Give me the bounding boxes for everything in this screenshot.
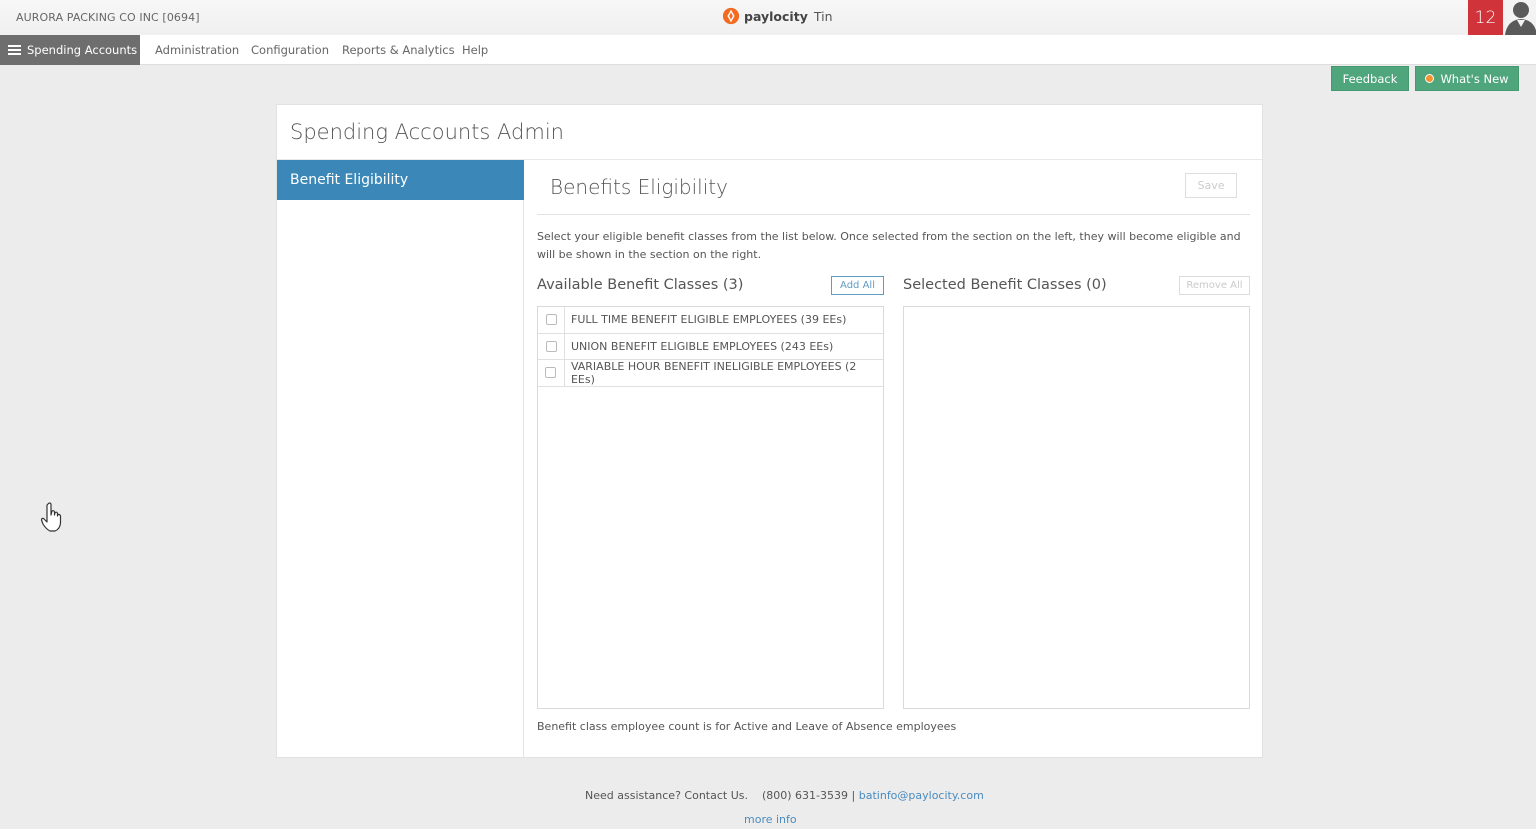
list-item-label: VARIABLE HOUR BENEFIT INELIGIBLE EMPLOYE… — [570, 359, 857, 386]
sidebar-item-label: Benefit Eligibility — [290, 172, 409, 188]
list-item[interactable]: VARIABLE HOUR BENEFIT INELIGIBLE EMPLOYE… — [538, 360, 883, 387]
whats-new-label: What's New — [1440, 71, 1509, 86]
checkbox[interactable] — [545, 340, 557, 352]
hand-pointer-cursor-icon — [40, 502, 62, 532]
hamburger-menu-icon — [8, 45, 21, 55]
available-classes-title: Available Benefit Classes (3) — [537, 277, 744, 293]
new-indicator-dot-icon — [1425, 74, 1435, 83]
nav-main-label: Spending Accounts — [27, 43, 138, 57]
main-nav: Spending Accounts Administration Configu… — [0, 35, 1536, 65]
row-checkbox-cell — [538, 360, 565, 386]
user-avatar[interactable] — [1503, 0, 1536, 35]
separator: | — [851, 789, 856, 802]
nav-reports-analytics[interactable]: Reports & Analytics — [342, 35, 455, 65]
sidebar-item-benefit-eligibility[interactable]: Benefit Eligibility — [277, 160, 524, 200]
row-checkbox-cell — [538, 333, 565, 359]
remove-all-button[interactable]: Remove All — [1179, 276, 1250, 295]
email-link[interactable]: batinfo@paylocity.com — [859, 789, 984, 802]
row-checkbox-cell — [538, 307, 565, 333]
nav-configuration[interactable]: Configuration — [251, 35, 329, 65]
contact-line: Need assistance? Contact Us. (800) 631-3… — [585, 789, 984, 802]
brand-user: Tin — [813, 8, 833, 24]
phone-number: (800) 631-3539 — [761, 789, 849, 802]
whats-new-button[interactable]: What's New — [1415, 66, 1519, 91]
nav-spending-accounts[interactable]: Spending Accounts — [0, 35, 140, 65]
section-title: Benefits Eligibility — [550, 175, 728, 199]
selected-classes-title: Selected Benefit Classes (0) — [903, 277, 1107, 293]
top-header: AURORA PACKING CO INC [0694] paylocity T… — [0, 0, 1536, 35]
available-classes-list: FULL TIME BENEFIT ELIGIBLE EMPLOYEES (39… — [537, 306, 884, 709]
brand: paylocity Tin — [722, 7, 833, 25]
paylocity-logo-icon — [722, 7, 740, 25]
selected-classes-list — [903, 306, 1250, 709]
nav-help[interactable]: Help — [462, 35, 488, 65]
sidebar: Benefit Eligibility — [277, 160, 524, 758]
add-all-button[interactable]: Add All — [831, 276, 884, 295]
brand-name: paylocity — [744, 8, 808, 24]
footnote-text: Benefit class employee count is for Acti… — [537, 720, 957, 733]
save-button[interactable]: Save — [1185, 173, 1237, 198]
list-item[interactable]: FULL TIME BENEFIT ELIGIBLE EMPLOYEES (39… — [538, 307, 883, 334]
admin-card: Spending Accounts Admin Benefit Eligibil… — [276, 104, 1263, 758]
divider — [537, 214, 1250, 215]
checkbox[interactable] — [545, 367, 557, 379]
user-silhouette-icon — [1505, 2, 1536, 35]
notification-badge[interactable]: 12 — [1468, 0, 1503, 35]
list-item[interactable]: UNION BENEFIT ELIGIBLE EMPLOYEES (243 EE… — [538, 333, 883, 360]
instructions-text: Select your eligible benefit classes fro… — [537, 230, 1241, 261]
company-name: AURORA PACKING CO INC [0694] — [16, 11, 200, 24]
feedback-button[interactable]: Feedback — [1331, 66, 1409, 91]
list-item-label: FULL TIME BENEFIT ELIGIBLE EMPLOYEES (39… — [571, 313, 847, 327]
more-info-link[interactable]: more info — [744, 813, 797, 826]
checkbox[interactable] — [545, 314, 557, 326]
list-item-label: UNION BENEFIT ELIGIBLE EMPLOYEES (243 EE… — [571, 339, 834, 353]
assist-text: Need assistance? Contact Us. — [585, 789, 748, 802]
page-title: Spending Accounts Admin — [290, 120, 564, 144]
nav-administration[interactable]: Administration — [155, 35, 239, 65]
feedback-label: Feedback — [1342, 71, 1398, 86]
